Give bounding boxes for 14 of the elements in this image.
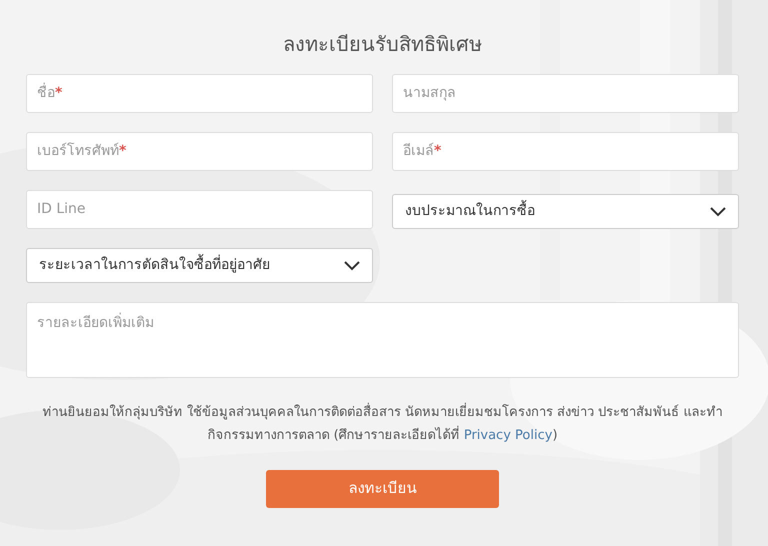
dropdown[interactable]: ระยะเวลาในการตัดสินใจซื้อที่อยู่อาศัย (26, 248, 373, 283)
chevron-down-icon (710, 206, 726, 216)
input-field[interactable]: นามสกุล (392, 74, 739, 113)
chevron-down-icon (344, 260, 360, 270)
input-field[interactable]: ID Line (26, 190, 373, 229)
register-button[interactable]: ลงทะเบียน (266, 470, 499, 508)
input-field[interactable]: เบอร์โทรศัพท์* (26, 132, 373, 171)
privacy-policy-link[interactable]: Privacy Policy (464, 428, 552, 443)
input-field[interactable]: อีเมล์* (392, 132, 739, 171)
dropdown[interactable]: งบประมาณในการซื้อ (392, 194, 739, 229)
details-textarea[interactable]: รายละเอียดเพิ่มเติม (26, 302, 739, 378)
consent-text: ท่านยินยอมให้กลุ่มบริษัท ใช้ข้อมูลส่วนบุคคลในการติดต่อสื่อสาร นัดหมายเยี่ยมชมโครงการ ส่งข่าว ประชาสัมพันธ์ และทำกิจกรรมทางการตลาด (ศึกษารายละเอียดได้ที่ Privacy Policy) (26, 402, 739, 448)
input-field[interactable]: ชื่อ* (26, 74, 373, 113)
form-title: ลงทะเบียนรับสิทธิพิเศษ (282, 32, 483, 56)
